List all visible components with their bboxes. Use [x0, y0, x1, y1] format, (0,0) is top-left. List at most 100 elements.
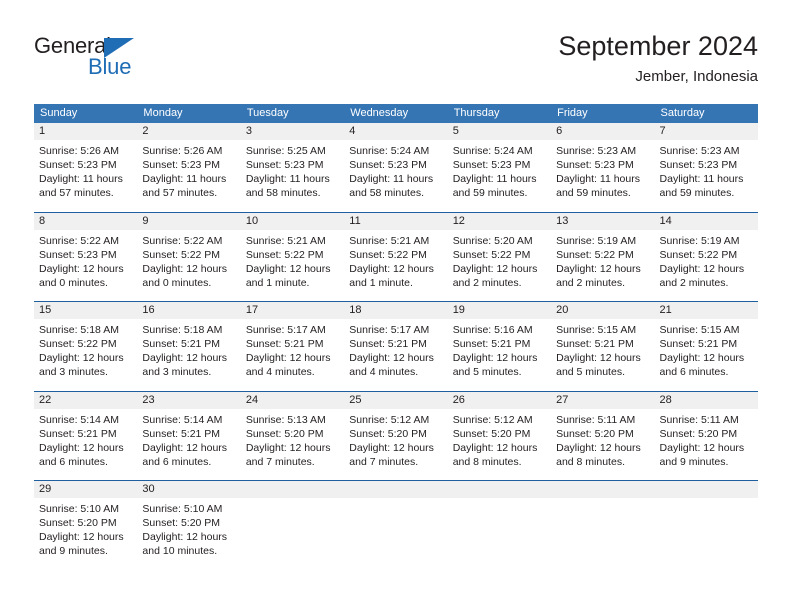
- weekday-header-saturday: Saturday: [654, 104, 758, 123]
- day-cell[interactable]: Sunrise: 5:24 AM Sunset: 5:23 PM Dayligh…: [344, 140, 448, 212]
- day-cell[interactable]: Sunrise: 5:18 AM Sunset: 5:22 PM Dayligh…: [34, 319, 138, 391]
- day-cell[interactable]: Sunrise: 5:21 AM Sunset: 5:22 PM Dayligh…: [240, 229, 345, 302]
- week-5-daynum-row: 29 30: [34, 480, 758, 498]
- day-cell[interactable]: Sunrise: 5:18 AM Sunset: 5:21 PM Dayligh…: [137, 319, 241, 391]
- daylight-text: Daylight: 12 hours and 2 minutes.: [452, 262, 538, 289]
- sunrise-text: Sunrise: 5:10 AM: [142, 503, 223, 515]
- day-cell[interactable]: Sunrise: 5:19 AM Sunset: 5:22 PM Dayligh…: [654, 229, 758, 302]
- sunset-text: Sunset: 5:23 PM: [659, 159, 738, 172]
- sunset-text: Sunset: 5:20 PM: [349, 427, 427, 440]
- day-number: 10: [240, 211, 345, 230]
- day-cell[interactable]: Sunrise: 5:22 AM Sunset: 5:22 PM Dayligh…: [137, 229, 241, 302]
- daylight-text: Daylight: 12 hours and 2 minutes.: [659, 262, 745, 289]
- day-number: 30: [137, 480, 241, 498]
- sunrise-text: Sunrise: 5:22 AM: [39, 234, 119, 247]
- daylight-text: Daylight: 12 hours and 0 minutes.: [142, 262, 228, 289]
- day-number: 15: [34, 301, 138, 319]
- sunrise-text: Sunrise: 5:17 AM: [349, 324, 430, 336]
- sunset-text: Sunset: 5:20 PM: [142, 517, 221, 530]
- sunrise-text: Sunrise: 5:12 AM: [452, 413, 533, 426]
- day-cell[interactable]: Sunrise: 5:15 AM Sunset: 5:21 PM Dayligh…: [654, 319, 758, 391]
- day-cell[interactable]: Sunrise: 5:15 AM Sunset: 5:21 PM Dayligh…: [551, 319, 655, 391]
- day-cell[interactable]: Sunrise: 5:21 AM Sunset: 5:22 PM Dayligh…: [344, 229, 448, 302]
- weekday-header-monday: Monday: [137, 104, 241, 123]
- day-cell[interactable]: Sunrise: 5:19 AM Sunset: 5:22 PM Dayligh…: [551, 229, 655, 302]
- sunset-text: Sunset: 5:22 PM: [39, 338, 117, 351]
- daylight-text: Daylight: 12 hours and 3 minutes.: [142, 352, 228, 379]
- title-block: September 2024 Jember, Indonesia: [558, 30, 758, 87]
- sunrise-text: Sunrise: 5:20 AM: [452, 234, 533, 247]
- day-number: 11: [344, 211, 448, 230]
- daylight-text: Daylight: 12 hours and 0 minutes.: [39, 262, 124, 289]
- page-subtitle: Jember, Indonesia: [635, 68, 758, 85]
- day-cell[interactable]: Sunrise: 5:10 AM Sunset: 5:20 PM Dayligh…: [137, 498, 241, 584]
- day-cell[interactable]: Sunrise: 5:11 AM Sunset: 5:20 PM Dayligh…: [654, 408, 758, 481]
- daylight-text: Daylight: 12 hours and 4 minutes.: [245, 352, 331, 379]
- day-cell[interactable]: Sunrise: 5:26 AM Sunset: 5:23 PM Dayligh…: [137, 140, 241, 212]
- weekday-header-wednesday: Wednesday: [344, 104, 448, 123]
- daylight-text: Daylight: 12 hours and 7 minutes.: [245, 441, 331, 468]
- logo-text-blue: Blue: [88, 54, 132, 79]
- day-number-empty: [654, 480, 758, 498]
- day-cell[interactable]: Sunrise: 5:14 AM Sunset: 5:21 PM Dayligh…: [137, 408, 241, 481]
- day-cell[interactable]: Sunrise: 5:14 AM Sunset: 5:21 PM Dayligh…: [34, 408, 138, 481]
- sunset-text: Sunset: 5:20 PM: [245, 427, 324, 440]
- daylight-text: Daylight: 12 hours and 8 minutes.: [556, 441, 641, 468]
- daylight-text: Daylight: 12 hours and 6 minutes.: [659, 352, 745, 379]
- sunrise-text: Sunrise: 5:23 AM: [556, 145, 637, 157]
- weekday-header-row: Sunday Monday Tuesday Wednesday Thursday…: [34, 104, 758, 123]
- sunset-text: Sunset: 5:22 PM: [452, 248, 531, 261]
- day-cell[interactable]: Sunrise: 5:10 AM Sunset: 5:20 PM Dayligh…: [34, 498, 138, 584]
- day-cell[interactable]: Sunrise: 5:12 AM Sunset: 5:20 PM Dayligh…: [344, 408, 448, 481]
- day-cell-empty: [240, 498, 345, 584]
- day-number: 24: [240, 390, 345, 409]
- sunrise-text: Sunrise: 5:19 AM: [556, 234, 637, 247]
- day-cell[interactable]: Sunrise: 5:17 AM Sunset: 5:21 PM Dayligh…: [344, 319, 448, 391]
- weekday-header-thursday: Thursday: [447, 104, 552, 123]
- calendar-page: General Blue September 2024 Jember, Indo…: [0, 0, 792, 612]
- day-number: 19: [447, 301, 552, 319]
- sunrise-text: Sunrise: 5:19 AM: [659, 234, 740, 247]
- daylight-text: Daylight: 12 hours and 7 minutes.: [349, 441, 434, 468]
- sunrise-text: Sunrise: 5:21 AM: [245, 234, 326, 247]
- daylight-text: Daylight: 11 hours and 58 minutes.: [349, 173, 434, 200]
- day-number-empty: [551, 480, 655, 498]
- sunset-text: Sunset: 5:21 PM: [349, 338, 427, 351]
- daylight-text: Daylight: 11 hours and 57 minutes.: [39, 173, 123, 200]
- day-cell[interactable]: Sunrise: 5:22 AM Sunset: 5:23 PM Dayligh…: [34, 229, 138, 302]
- day-number: 8: [34, 211, 138, 230]
- sunrise-text: Sunrise: 5:12 AM: [349, 413, 430, 426]
- day-cell[interactable]: Sunrise: 5:20 AM Sunset: 5:22 PM Dayligh…: [447, 229, 552, 302]
- day-cell[interactable]: Sunrise: 5:25 AM Sunset: 5:23 PM Dayligh…: [240, 140, 345, 212]
- sunset-text: Sunset: 5:20 PM: [452, 427, 531, 440]
- day-cell[interactable]: Sunrise: 5:16 AM Sunset: 5:21 PM Dayligh…: [447, 319, 552, 391]
- day-cell[interactable]: Sunrise: 5:12 AM Sunset: 5:20 PM Dayligh…: [447, 408, 552, 481]
- sunset-text: Sunset: 5:22 PM: [556, 248, 634, 261]
- day-cell[interactable]: Sunrise: 5:26 AM Sunset: 5:23 PM Dayligh…: [34, 140, 138, 212]
- day-cell[interactable]: Sunrise: 5:11 AM Sunset: 5:20 PM Dayligh…: [551, 408, 655, 481]
- day-cell[interactable]: Sunrise: 5:13 AM Sunset: 5:20 PM Dayligh…: [240, 408, 345, 481]
- sunset-text: Sunset: 5:22 PM: [245, 248, 324, 261]
- weekday-header-friday: Friday: [551, 104, 655, 123]
- sunset-text: Sunset: 5:20 PM: [39, 517, 117, 530]
- day-number: 28: [654, 390, 758, 409]
- day-number: 1: [34, 123, 138, 140]
- sunrise-text: Sunrise: 5:24 AM: [349, 145, 430, 157]
- sunset-text: Sunset: 5:21 PM: [659, 338, 738, 351]
- page-title: September 2024: [558, 31, 758, 61]
- day-cell[interactable]: Sunrise: 5:24 AM Sunset: 5:23 PM Dayligh…: [447, 140, 552, 212]
- sunrise-text: Sunrise: 5:26 AM: [39, 145, 119, 157]
- day-cell[interactable]: Sunrise: 5:17 AM Sunset: 5:21 PM Dayligh…: [240, 319, 345, 391]
- day-cell[interactable]: Sunrise: 5:23 AM Sunset: 5:23 PM Dayligh…: [551, 140, 655, 212]
- day-cell[interactable]: Sunrise: 5:23 AM Sunset: 5:23 PM Dayligh…: [654, 140, 758, 212]
- sunset-text: Sunset: 5:20 PM: [556, 427, 634, 440]
- day-number: 5: [447, 123, 552, 140]
- day-cell-empty: [551, 498, 655, 584]
- sunset-text: Sunset: 5:23 PM: [349, 159, 427, 172]
- day-number-empty: [344, 480, 448, 498]
- day-number: 16: [137, 301, 241, 319]
- sunrise-text: Sunrise: 5:15 AM: [556, 324, 637, 336]
- daylight-text: Daylight: 12 hours and 1 minute.: [349, 262, 434, 289]
- sunrise-text: Sunrise: 5:24 AM: [452, 145, 533, 157]
- daylight-text: Daylight: 11 hours and 59 minutes.: [659, 173, 744, 200]
